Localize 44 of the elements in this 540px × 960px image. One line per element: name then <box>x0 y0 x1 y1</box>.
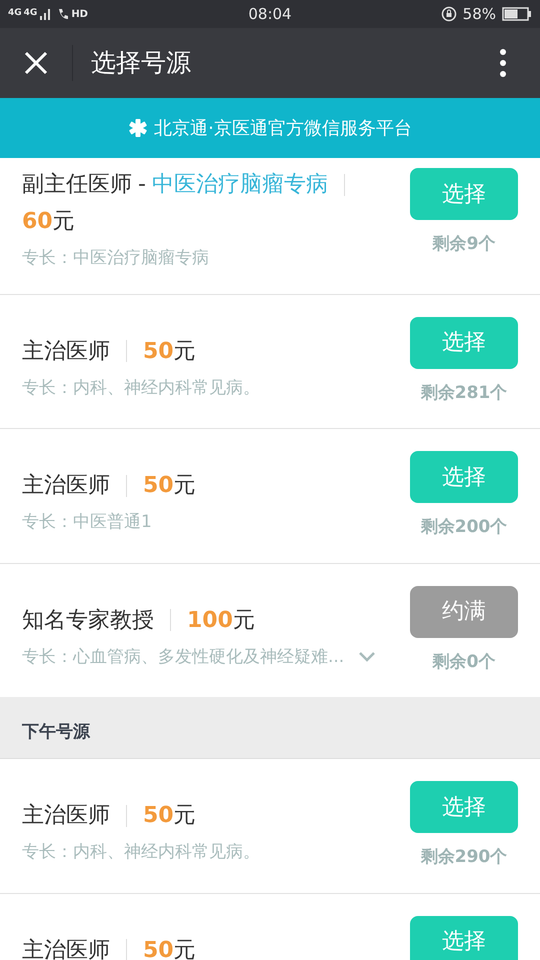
medical-star-icon <box>128 118 148 138</box>
network-label: 4G <box>24 7 38 20</box>
page-title: 选择号源 <box>91 47 192 80</box>
signal-icon <box>39 8 52 20</box>
clock: 08:04 <box>247 4 293 25</box>
network-label: 4G <box>8 7 22 20</box>
doctor-title: 知名专家教授 <box>22 606 154 634</box>
section-title: 下午号源 <box>22 720 90 744</box>
select-button[interactable]: 选择 <box>410 451 518 503</box>
specialty-text: 专长：内科、神经内科常见病。 <box>22 841 260 864</box>
remaining-count: 剩余281个 <box>420 382 508 404</box>
battery-icon <box>502 7 532 21</box>
doctor-title: 主治医师 <box>22 472 110 500</box>
battery-percent: 58% <box>462 4 496 25</box>
call-label: HD <box>71 8 88 22</box>
specialty-text: 专长：中医治疗脑瘤专病 <box>22 247 209 270</box>
close-icon <box>24 51 48 75</box>
remaining-count: 剩余200个 <box>420 516 508 539</box>
select-button[interactable]: 选择 <box>410 316 518 368</box>
price: 100元 <box>187 606 255 634</box>
select-button[interactable]: 选择 <box>410 916 518 960</box>
price: 50元 <box>143 472 196 500</box>
price: 50元 <box>143 802 196 830</box>
remaining-count: 剩余9个 <box>432 233 496 256</box>
phone-icon <box>57 8 70 20</box>
separator: - <box>138 171 146 199</box>
select-button[interactable]: 选择 <box>410 168 518 220</box>
price: 60元 <box>22 209 75 234</box>
remaining-count: 剩余290个 <box>420 846 508 869</box>
rotation-lock-icon <box>440 6 457 22</box>
doctor-title: 主治医师 <box>22 802 110 830</box>
price: 50元 <box>143 936 196 960</box>
doctor-title: 主治医师 <box>22 936 110 960</box>
select-button[interactable]: 选择 <box>410 781 518 833</box>
more-icon <box>499 48 507 78</box>
price: 50元 <box>143 338 196 366</box>
doctor-title: 主治医师 <box>22 338 110 366</box>
specialty-text: 专长：中医普通1 <box>22 511 152 534</box>
banner-text: 北京通·京医通官方微信服务平台 <box>154 116 412 140</box>
clinic-name: 中医治疗脑瘤专病 <box>152 171 328 199</box>
doctor-title: 副主任医师 <box>22 171 132 199</box>
remaining-count: 剩余0个 <box>432 650 496 674</box>
specialty-text: 专长：心血管病、多发性硬化及神经疑难... <box>22 646 344 668</box>
specialty-text: 专长：内科、神经内科常见病。 <box>22 376 260 400</box>
